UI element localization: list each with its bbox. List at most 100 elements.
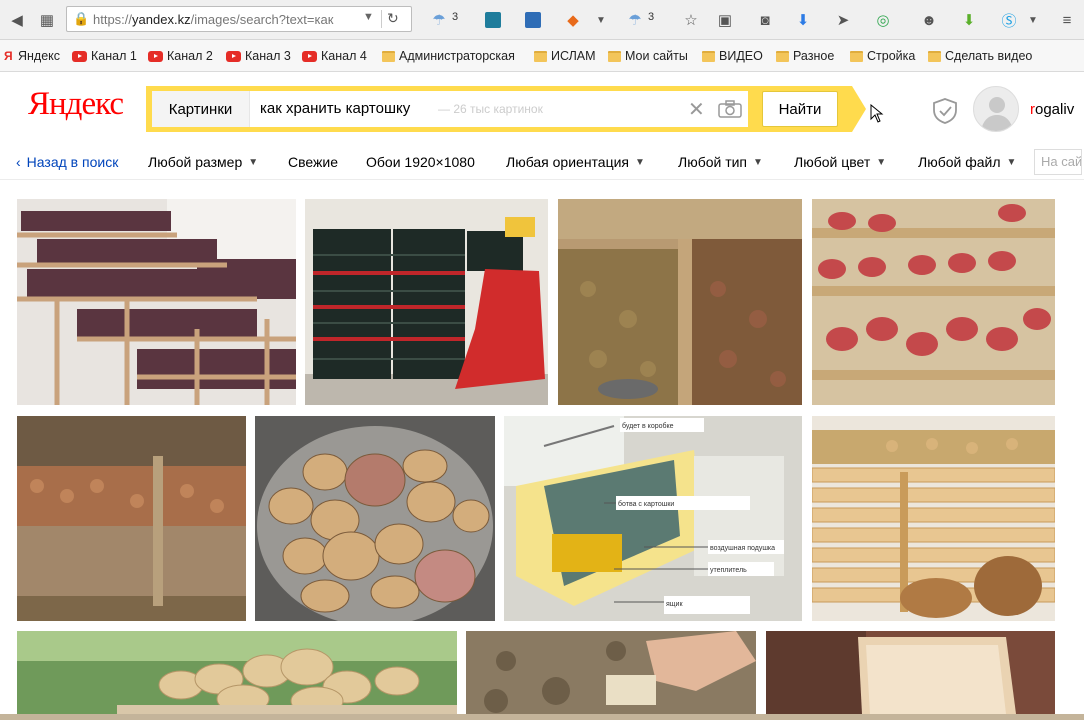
image-result[interactable] xyxy=(17,199,296,405)
bookmark-islam[interactable]: ИСЛАМ xyxy=(534,49,596,63)
image-result[interactable]: ботва с картошки воздушная подушка утепл… xyxy=(504,416,802,621)
image-result[interactable] xyxy=(558,199,802,405)
chevron-down-icon: ▼ xyxy=(248,156,259,168)
filter-label: Любая ориентация xyxy=(506,154,630,170)
yandex-logo[interactable]: Яндекс xyxy=(28,86,124,123)
bookmark-label: Сделать видео xyxy=(945,49,1033,63)
yandex-icon: Я xyxy=(4,49,13,63)
filter-label: Любой тип xyxy=(678,154,748,170)
folder-icon xyxy=(928,50,941,62)
diagram-label: ботва с картошки xyxy=(618,500,674,508)
search-arrow xyxy=(852,86,866,132)
chat-icon[interactable]: ☻ xyxy=(918,9,940,31)
address-bar[interactable]: 🔒 https://yandex.kz/images/search?text=к… xyxy=(66,6,412,32)
pocket-app-icon[interactable] xyxy=(482,9,504,31)
dropdown-icon[interactable]: ▼ xyxy=(590,9,612,31)
filter-type[interactable]: Любой тип ▼ xyxy=(678,154,763,170)
filter-color[interactable]: Любой цвет ▼ xyxy=(794,154,886,170)
url-text[interactable]: https://yandex.kz/images/search?text=как xyxy=(93,12,343,27)
search-category-tab[interactable]: Картинки xyxy=(152,91,250,127)
download-icon[interactable]: ⬇ xyxy=(792,9,814,31)
image-result[interactable] xyxy=(812,416,1055,621)
filter-fresh[interactable]: Свежие xyxy=(288,154,338,170)
url-scheme: https:// xyxy=(93,12,133,27)
bookmarks-bar: Я Яндекс Канал 1 Канал 2 Канал 3 Канал 4 … xyxy=(0,40,1084,72)
chevron-down-icon: ▼ xyxy=(635,156,645,168)
skype-dropdown-icon[interactable]: ▼ xyxy=(1022,9,1044,31)
filter-size[interactable]: Любой размер ▼ xyxy=(148,154,258,170)
chevron-left-icon: ‹ xyxy=(16,154,21,170)
weather-icon-2[interactable]: ☂ xyxy=(624,9,646,31)
bookmark-kanal-1[interactable]: Канал 1 xyxy=(72,49,137,63)
bookmark-label: Разное xyxy=(793,49,835,63)
red-potatoes-crates-image xyxy=(812,199,1055,405)
image-result[interactable] xyxy=(305,199,548,405)
save-download-icon[interactable]: ⬇ xyxy=(958,9,980,31)
folder-icon xyxy=(702,50,715,62)
search-box: Картинки как хранить картошку — 26 тыс к… xyxy=(152,91,748,127)
slatted-crate-image xyxy=(812,416,1055,621)
reload-icon[interactable]: ↻ xyxy=(387,10,399,27)
filter-bar: ‹ Назад в поиск Любой размер ▼ Свежие Обои… xyxy=(0,146,1084,180)
lock-icon: 🔒 xyxy=(73,11,90,26)
bookmark-construction[interactable]: Стройка xyxy=(850,49,915,63)
filter-wallpaper[interactable]: Обои 1920×1080 xyxy=(366,154,475,170)
search-button[interactable]: Найти xyxy=(762,91,838,127)
camera-icon[interactable] xyxy=(718,100,742,118)
filter-file[interactable]: Любой файл ▼ xyxy=(918,154,1016,170)
bookmark-yandex[interactable]: Я Яндекс xyxy=(4,49,60,63)
shield-icon[interactable] xyxy=(932,97,958,125)
browser-toolbar: ◀ ▦ 🔒 https://yandex.kz/images/search?te… xyxy=(0,0,1084,40)
image-result[interactable] xyxy=(17,631,457,714)
image-result[interactable] xyxy=(766,631,1055,714)
image-result[interactable] xyxy=(17,416,246,621)
skype-icon[interactable]: Ⓢ xyxy=(998,9,1020,31)
bookmark-kanal-3[interactable]: Канал 3 xyxy=(226,49,291,63)
url-dropdown-icon[interactable]: ▼ xyxy=(363,11,374,23)
bookmark-admin[interactable]: Администраторская xyxy=(382,49,515,63)
folder-icon xyxy=(534,50,547,62)
username[interactable]: rogaliv xyxy=(1030,101,1074,118)
bookmark-misc[interactable]: Разное xyxy=(776,49,834,63)
back-to-search-link[interactable]: ‹ Назад в поиск xyxy=(16,154,118,170)
wooden-bins-image xyxy=(558,199,802,405)
back-icon[interactable]: ◀ xyxy=(6,9,28,31)
bookmark-label: ВИДЕО xyxy=(719,49,763,63)
bookmark-label: Канал 2 xyxy=(167,49,213,63)
send-icon[interactable]: ➤ xyxy=(832,9,854,31)
menu-icon[interactable]: ≡ xyxy=(1056,9,1078,31)
home-icon[interactable]: ▦ xyxy=(36,9,58,31)
bookmark-my-sites[interactable]: Мои сайты xyxy=(608,49,688,63)
star-icon[interactable]: ☆ xyxy=(680,9,702,31)
url-separator xyxy=(381,10,382,28)
cellar-bins-image xyxy=(17,416,246,621)
bookmark-video[interactable]: ВИДЕО xyxy=(702,49,763,63)
pocket-icon[interactable]: ◙ xyxy=(754,9,776,31)
crates-of-potatoes-image xyxy=(17,199,296,405)
browser-window: ◀ ▦ 🔒 https://yandex.kz/images/search?te… xyxy=(0,0,1084,720)
filter-orientation[interactable]: Любая ориентация ▼ xyxy=(506,154,645,170)
youtube-icon xyxy=(226,50,241,62)
plywood-box-image xyxy=(766,631,1055,714)
image-result[interactable] xyxy=(466,631,756,714)
youtube-icon xyxy=(72,50,87,62)
weather-icon[interactable]: ☂ xyxy=(428,9,450,31)
extension-icon[interactable] xyxy=(522,9,544,31)
chevron-down-icon: ▼ xyxy=(753,156,763,168)
image-result[interactable] xyxy=(812,199,1055,405)
fire-icon[interactable]: ◆ xyxy=(562,9,584,31)
bookmark-label: Канал 4 xyxy=(321,49,367,63)
back-label: Назад в поиск xyxy=(26,154,119,170)
clear-icon[interactable]: ✕ xyxy=(688,97,705,122)
mouse-cursor-icon xyxy=(870,104,884,123)
avatar[interactable] xyxy=(973,86,1019,132)
bookmark-kanal-4[interactable]: Канал 4 xyxy=(302,49,367,63)
image-result[interactable] xyxy=(255,416,495,621)
bookmark-kanal-2[interactable]: Канал 2 xyxy=(148,49,213,63)
search-input[interactable]: как хранить картошку xyxy=(260,100,410,117)
grammar-icon[interactable]: ◎ xyxy=(872,9,894,31)
clipboard-icon[interactable]: ▣ xyxy=(714,9,736,31)
site-search-input[interactable]: На сайте xyxy=(1034,149,1082,175)
bookmark-make-video[interactable]: Сделать видео xyxy=(928,49,1032,63)
username-rest: ogaliv xyxy=(1035,101,1075,118)
